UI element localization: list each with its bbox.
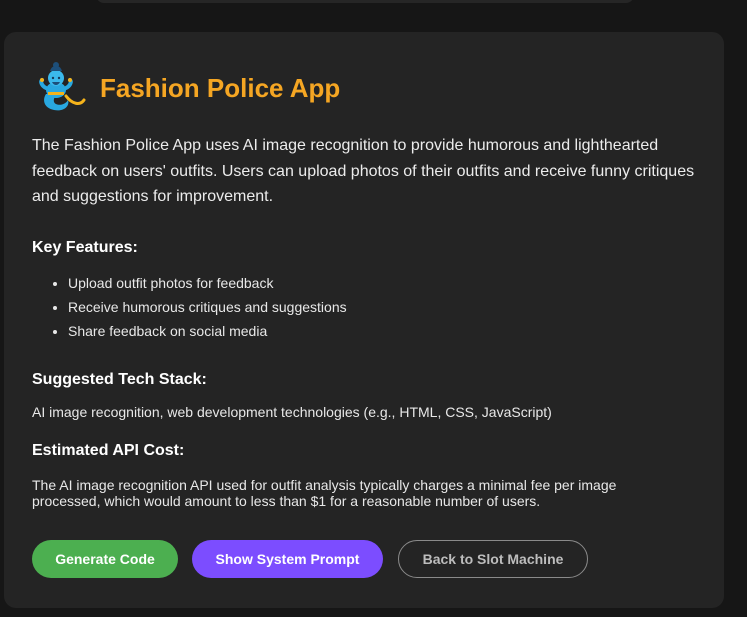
api-cost-heading: Estimated API Cost: xyxy=(32,442,185,459)
page-title: Fashion Police App xyxy=(100,72,341,103)
tech-stack-heading: Suggested Tech Stack: xyxy=(32,371,207,388)
show-system-prompt-button[interactable]: Show System Prompt xyxy=(192,540,383,578)
generate-code-button[interactable]: Generate Code xyxy=(32,540,178,578)
genie-icon xyxy=(39,62,86,111)
key-features-list: Upload outfit photos for feedback Receiv… xyxy=(32,271,347,343)
key-features-heading: Key Features: xyxy=(32,239,138,256)
api-cost-text: The AI image recognition API used for ou… xyxy=(32,477,617,509)
app-card: Fashion Police App The Fashion Police Ap… xyxy=(4,32,724,608)
top-panel-edge xyxy=(96,0,634,3)
tech-stack-text: AI image recognition, web development te… xyxy=(32,404,552,420)
back-to-slot-machine-button[interactable]: Back to Slot Machine xyxy=(398,540,588,578)
list-item: Share feedback on social media xyxy=(68,319,347,343)
app-header: Fashion Police App xyxy=(32,60,340,116)
list-item: Upload outfit photos for feedback xyxy=(68,271,347,295)
list-item: Receive humorous critiques and suggestio… xyxy=(68,295,347,319)
app-description: The Fashion Police App uses AI image rec… xyxy=(32,137,695,205)
